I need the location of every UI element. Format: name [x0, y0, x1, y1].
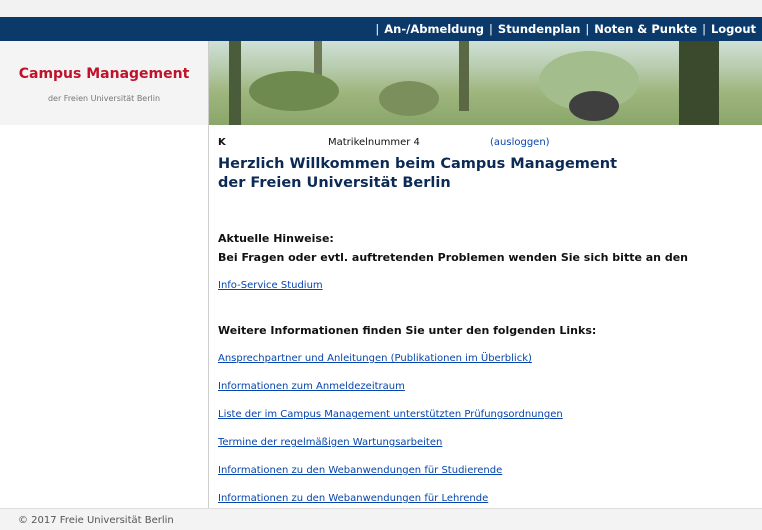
- people-on-lawn: [379, 81, 439, 116]
- logout-link[interactable]: (ausloggen): [490, 137, 550, 148]
- tree-trunk: [679, 41, 719, 125]
- link-ansprechpartner[interactable]: Ansprechpartner und Anleitungen (Publika…: [218, 353, 532, 364]
- link-wartungsarbeiten[interactable]: Termine der regelmäßigen Wartungsarbeite…: [218, 437, 442, 448]
- notices-text: Bei Fragen oder evtl. auftretenden Probl…: [218, 251, 689, 264]
- matrikel-number: Matrikelnummer 4: [328, 137, 420, 148]
- top-strip: [0, 0, 762, 17]
- link-webanwendungen-lehrende[interactable]: Informationen zu den Webanwendungen für …: [218, 493, 488, 504]
- user-initial: K: [218, 137, 226, 148]
- more-info-heading: Weitere Informationen finden Sie unter d…: [218, 324, 597, 337]
- tree-trunk: [459, 41, 469, 111]
- tree-trunk: [229, 41, 241, 125]
- page-title: Herzlich Willkommen beim Campus Manageme…: [218, 155, 617, 193]
- header-banner-photo: [209, 41, 762, 125]
- nav-an-abmeldung[interactable]: An-/Abmeldung: [384, 22, 484, 36]
- notices-heading: Aktuelle Hinweise:: [218, 232, 334, 245]
- nav-separator: |: [702, 22, 706, 36]
- welcome-line-1: Herzlich Willkommen beim Campus Manageme…: [218, 156, 617, 172]
- link-webanwendungen-studierende[interactable]: Informationen zu den Webanwendungen für …: [218, 465, 502, 476]
- person-reading: [569, 91, 619, 121]
- brand-title: Campus Management: [18, 66, 190, 82]
- nav-separator: |: [489, 22, 493, 36]
- welcome-line-2: der Freien Universität Berlin: [218, 175, 451, 191]
- info-service-link[interactable]: Info-Service Studium: [218, 280, 323, 291]
- link-pruefungsordnungen[interactable]: Liste der im Campus Management unterstüt…: [218, 409, 563, 420]
- brand-panel: [0, 41, 209, 125]
- nav-stundenplan[interactable]: Stundenplan: [498, 22, 581, 36]
- left-sidebar: [0, 125, 209, 508]
- link-anmeldezeitraum[interactable]: Informationen zum Anmeldezeitraum: [218, 381, 405, 392]
- nav-logout[interactable]: Logout: [711, 22, 756, 36]
- brand-subtitle: der Freien Universität Berlin: [47, 94, 161, 103]
- copyright-text: © 2017 Freie Universität Berlin: [18, 515, 174, 526]
- main-navigation: | An-/Abmeldung | Stundenplan | Noten & …: [370, 17, 756, 41]
- nav-separator: |: [585, 22, 590, 36]
- nav-separator: |: [375, 22, 380, 36]
- page-footer: © 2017 Freie Universität Berlin: [0, 508, 762, 530]
- foliage: [249, 71, 339, 111]
- nav-noten-punkte[interactable]: Noten & Punkte: [594, 22, 697, 36]
